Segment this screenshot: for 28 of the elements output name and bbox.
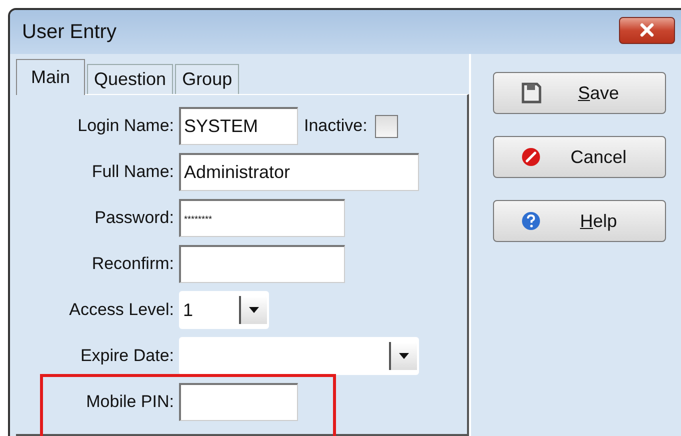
window-title: User Entry [22, 20, 116, 44]
save-button[interactable]: Save [493, 72, 666, 114]
tab[interactable]: Main [16, 59, 86, 95]
input-field[interactable]: SYSTEM [179, 107, 298, 145]
password-field[interactable]: ******** [179, 199, 345, 237]
field-label: Password: [94, 208, 175, 228]
caret-icon [398, 352, 410, 360]
field-label: Login Name: [76, 116, 175, 136]
tab[interactable]: Question [87, 64, 174, 94]
tab[interactable]: Group [175, 64, 240, 94]
field-label: Reconfirm: [90, 254, 175, 274]
field-label: Inactive: [304, 116, 368, 136]
close-button[interactable] [619, 16, 675, 44]
help-button[interactable]: Help [493, 200, 666, 242]
checkbox[interactable] [375, 114, 398, 138]
cancel-icon [520, 146, 542, 168]
cancel-button[interactable]: Cancel [493, 136, 666, 178]
input-field[interactable]: Administrator [179, 153, 419, 191]
dropdown[interactable]: 1 [179, 291, 269, 329]
field-label: Expire Date: [79, 346, 175, 366]
field-label: Full Name: [90, 162, 175, 182]
caret-icon [248, 306, 260, 314]
field-label: Mobile PIN: [85, 392, 175, 412]
password-field[interactable] [179, 245, 345, 283]
input-field[interactable] [179, 383, 298, 421]
dropdown[interactable] [179, 337, 419, 375]
help-icon [520, 210, 542, 232]
field-label: Access Level: [68, 300, 175, 320]
